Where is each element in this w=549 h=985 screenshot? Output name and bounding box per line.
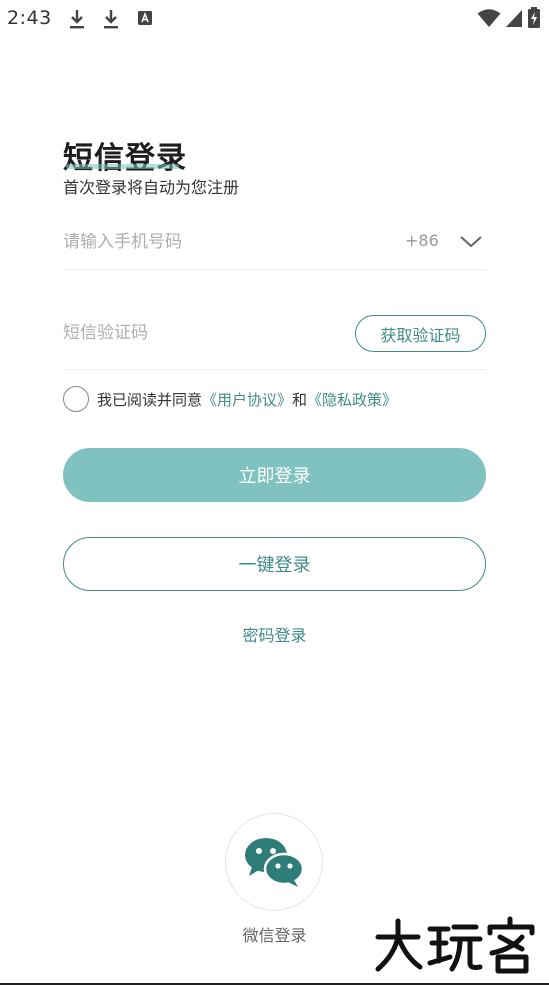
country-code[interactable]: +86 (405, 231, 439, 250)
download-icon (104, 10, 118, 29)
user-agreement-link[interactable]: 《用户协议》 (202, 389, 292, 410)
login-now-button[interactable]: 立即登录 (63, 448, 486, 502)
agreement-conjunction: 和 (292, 390, 308, 409)
sms-code-input[interactable] (63, 320, 343, 346)
one-click-login-button[interactable]: 一键登录 (63, 537, 486, 591)
wechat-icon (245, 838, 305, 887)
notification-icon (138, 11, 152, 25)
phone-field: +86 (63, 218, 486, 270)
phone-input[interactable] (63, 229, 383, 255)
wechat-login-button[interactable] (225, 813, 323, 911)
status-time: 2:43 (7, 7, 52, 29)
watermark-logo (375, 916, 535, 974)
download-icon (70, 10, 84, 29)
agreement-prefix: 我已阅读并同意 (97, 390, 203, 409)
page-title: 短信登录 (63, 141, 187, 176)
title-underline-decoration (66, 164, 179, 169)
status-bar: 2:43 (0, 0, 549, 40)
privacy-policy-link[interactable]: 《隐私政策》 (307, 389, 397, 410)
battery-charging-icon (528, 7, 540, 28)
chevron-down-icon[interactable] (459, 235, 483, 249)
agreement-checkbox[interactable] (63, 386, 89, 412)
sms-code-field: 获取验证码 (63, 309, 486, 370)
page-subtitle: 首次登录将自动为您注册 (63, 178, 240, 197)
password-login-link[interactable]: 密码登录 (0, 622, 549, 646)
agreement-row: 我已阅读并同意 《用户协议》 和 《隐私政策》 (63, 386, 397, 412)
wifi-icon (477, 9, 501, 27)
get-code-button[interactable]: 获取验证码 (355, 315, 486, 352)
signal-icon (506, 10, 522, 27)
